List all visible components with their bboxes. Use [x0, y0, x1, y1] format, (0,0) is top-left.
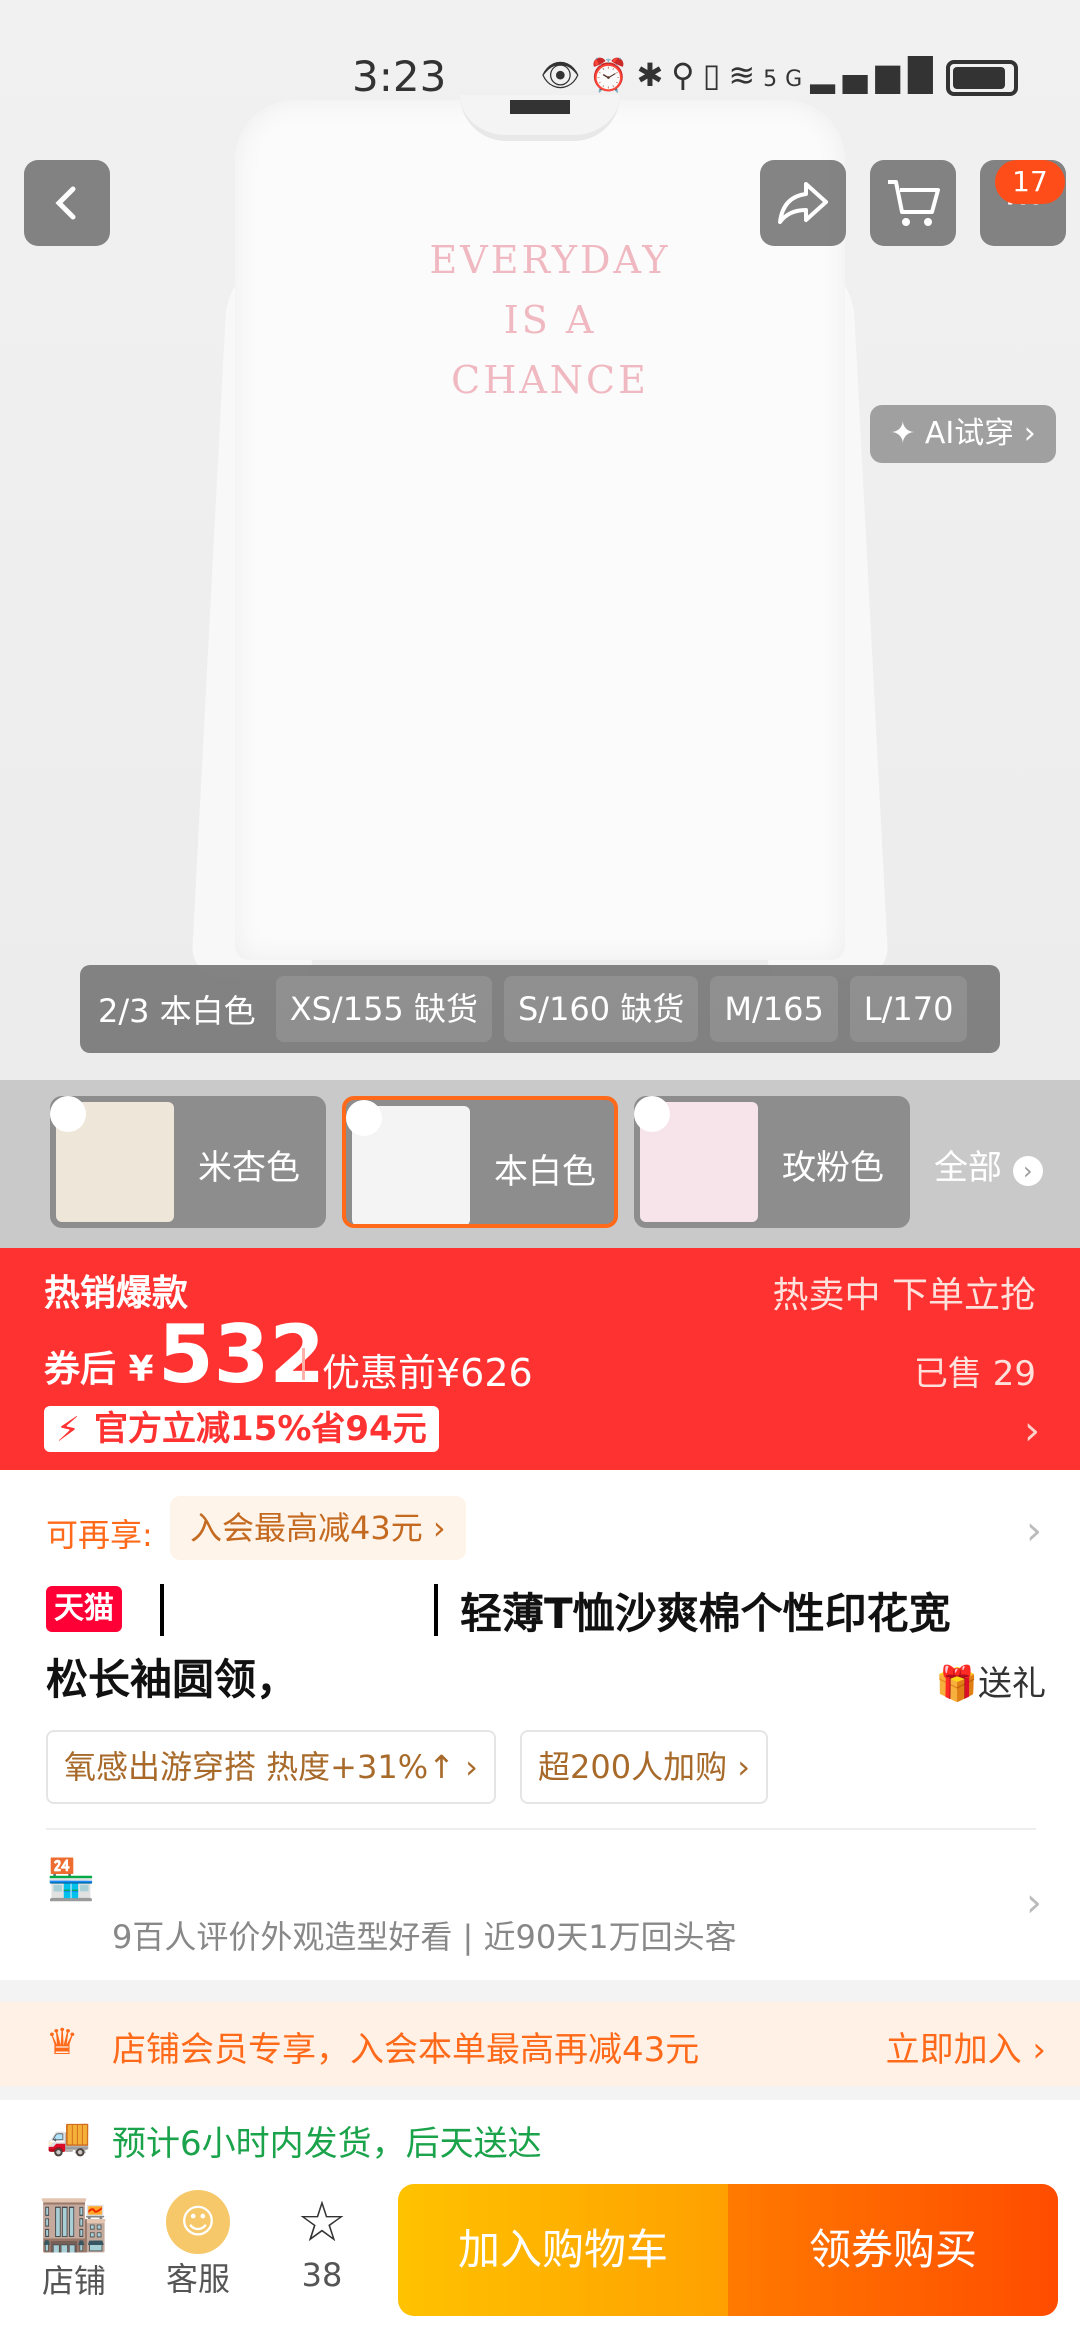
color-option-selected[interactable]: 本白色 [342, 1096, 618, 1228]
add-to-cart-button[interactable]: 加入购物车 [398, 2184, 728, 2316]
divider [46, 1828, 1036, 1830]
favorite-button[interactable]: ☆ 38 [272, 2190, 372, 2294]
rush-label: 热卖中 下单立抢 [772, 1275, 1036, 1316]
truck-icon: 🚚 [46, 2117, 91, 2158]
price-value: 532 [158, 1308, 325, 1401]
signal-icon: ▂▄▆█ [810, 56, 941, 94]
chevron-right-icon[interactable]: › [1024, 1408, 1040, 1454]
product-info-card [0, 1470, 1080, 1980]
share-button[interactable] [760, 160, 846, 246]
favorite-count: 38 [301, 2256, 343, 2294]
all-colors-label: 全部 [934, 1148, 1002, 1188]
cart-count-tag[interactable]: 超200人加购 › [520, 1730, 769, 1804]
chevron-left-icon [55, 186, 76, 220]
redacted-brand [160, 1584, 438, 1636]
back-button[interactable] [24, 160, 110, 246]
all-colors-link[interactable]: 全部 › [934, 1140, 1043, 1189]
trend-tag[interactable]: 氧感出游穿搭 热度+31%↑ › [46, 1730, 496, 1804]
size-chip[interactable]: L/170 [849, 976, 968, 1042]
eye-icon: 👁 [540, 56, 589, 94]
color-option[interactable]: 米杏色 [50, 1096, 326, 1228]
battery-icon [946, 60, 1018, 96]
share-icon [778, 182, 828, 224]
chevron-right-icon: › [1012, 1156, 1043, 1186]
image-position: 2/3 本白色 [98, 992, 256, 1030]
status-time: 3:23 [352, 52, 447, 101]
color-name: 本白色 [494, 1152, 596, 1192]
color-name: 米杏色 [198, 1148, 300, 1188]
gift-label: 送礼 [978, 1664, 1046, 1704]
chevron-right-icon[interactable]: › [1026, 1508, 1042, 1554]
shipping-text: 预计6小时内发货，后天送达 [112, 2124, 542, 2164]
price-divider [302, 1348, 305, 1380]
message-badge: 17 [995, 160, 1065, 204]
shirt-label [510, 100, 570, 114]
after-coupon-label: 券后 ¥ [44, 1349, 154, 1390]
lightning-icon: ⚡ [56, 1410, 80, 1450]
member-strip-text: 店铺会员专享，入会本单最高再减43元 [112, 2030, 700, 2070]
customer-service-button[interactable]: ☺ 客服 [148, 2190, 248, 2300]
size-chip[interactable]: XS/155 缺货 [275, 976, 492, 1042]
promo-badge[interactable]: 官方立减15%省94元 [44, 1406, 439, 1452]
shop-icon: 🏪 [46, 1857, 96, 1903]
size-chip[interactable]: M/165 [710, 976, 838, 1042]
extra-offer-label: 可再享: [46, 1516, 153, 1554]
member-offer-chip[interactable]: 入会最高减43元 › [170, 1496, 466, 1560]
bluetooth-icon: ✱ [636, 56, 672, 94]
location-icon: ⚲ [671, 56, 703, 94]
shop-label: 店铺 [41, 2262, 106, 2300]
chevron-right-icon[interactable]: › [1026, 1880, 1042, 1926]
shirt-print: EVERYDAY IS A CHANCE [330, 230, 770, 410]
product-title-line2: 松长袖圆领， [46, 1655, 299, 1704]
crown-icon: ♛ [46, 2022, 79, 2063]
vibrate-icon: ▯ [702, 56, 729, 94]
gift-icon: 🎁 [935, 1664, 978, 1704]
color-dot [346, 1100, 382, 1136]
store-icon: 🏬 [39, 2190, 109, 2255]
product-title-line1: 轻薄T恤沙爽棉个性印花宽 [460, 1589, 951, 1638]
star-icon: ☆ [296, 2190, 348, 2255]
status-icons: 👁⏰✱⚲▯≋5G▂▄▆█ [540, 56, 941, 94]
shirt-body [235, 100, 845, 960]
color-name: 玫粉色 [782, 1148, 884, 1188]
cart-button[interactable] [870, 160, 956, 246]
color-dot [50, 1096, 86, 1132]
size-strip: 2/3 本白色 XS/155 缺货 S/160 缺货 M/165 L/170 [80, 965, 1000, 1053]
cart-icon [888, 180, 940, 226]
service-label: 客服 [165, 2260, 230, 2298]
buy-now-button[interactable]: 领券购买 [728, 2184, 1058, 2316]
wifi-icon: ≋ [728, 56, 764, 94]
shop-button[interactable]: 🏬 店铺 [24, 2190, 124, 2302]
network-label: 5G [763, 67, 811, 92]
review-summary[interactable]: 9百人评价外观造型好看 | 近90天1万回头客 [112, 1912, 737, 1958]
tmall-badge: 天猫 [46, 1586, 122, 1632]
sold-count: 已售 29 [913, 1354, 1036, 1394]
print-line: CHANCE [451, 358, 649, 402]
size-chip[interactable]: S/160 缺货 [503, 976, 699, 1042]
print-line: IS A [503, 298, 597, 342]
original-price: 优惠前¥626 [322, 1351, 533, 1395]
color-option[interactable]: 玫粉色 [634, 1096, 910, 1228]
ai-tryon-button[interactable]: ✦ AI试穿 › [870, 405, 1056, 463]
join-member-button[interactable]: 立即加入 › [886, 2022, 1046, 2071]
print-line: EVERYDAY [429, 238, 671, 282]
service-avatar-icon: ☺ [166, 2190, 230, 2254]
gift-button[interactable]: 🎁送礼 [936, 1656, 1046, 1705]
color-dot [634, 1096, 670, 1132]
alarm-icon: ⏰ [588, 56, 637, 94]
